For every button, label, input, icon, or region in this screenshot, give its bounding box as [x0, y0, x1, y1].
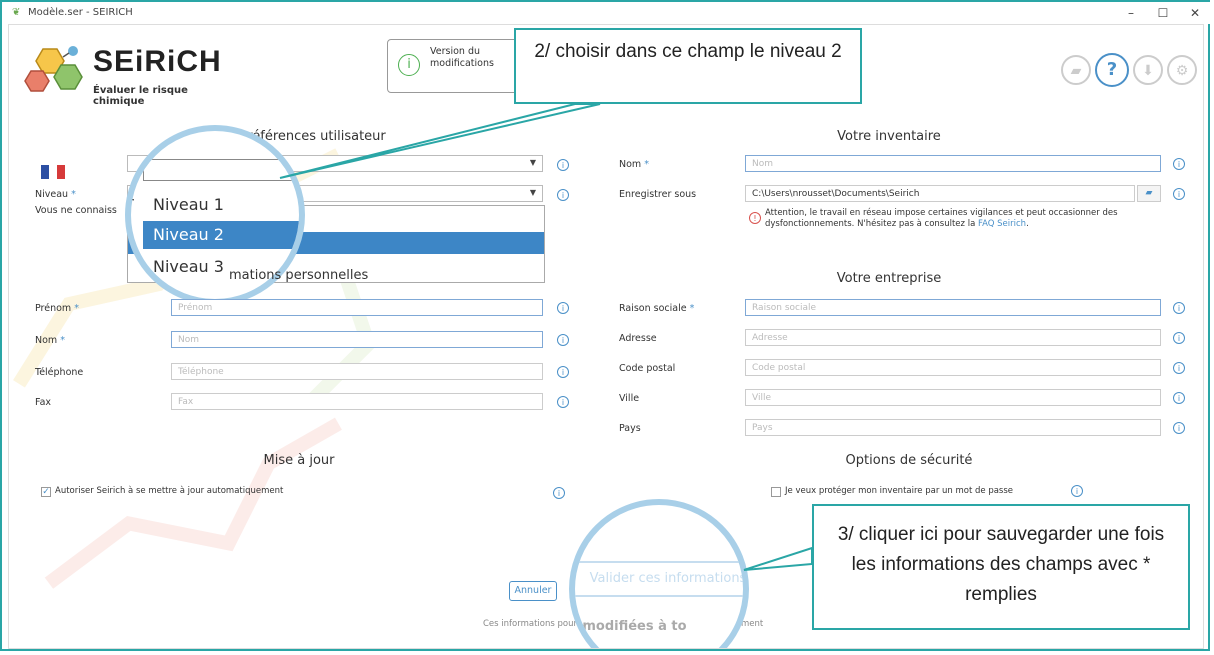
callout-step-2: 2/ choisir dans ce champ le niveau 2: [514, 28, 862, 104]
callout-step-3: 3/ cliquer ici pour sauvegarder une fois…: [812, 504, 1190, 630]
